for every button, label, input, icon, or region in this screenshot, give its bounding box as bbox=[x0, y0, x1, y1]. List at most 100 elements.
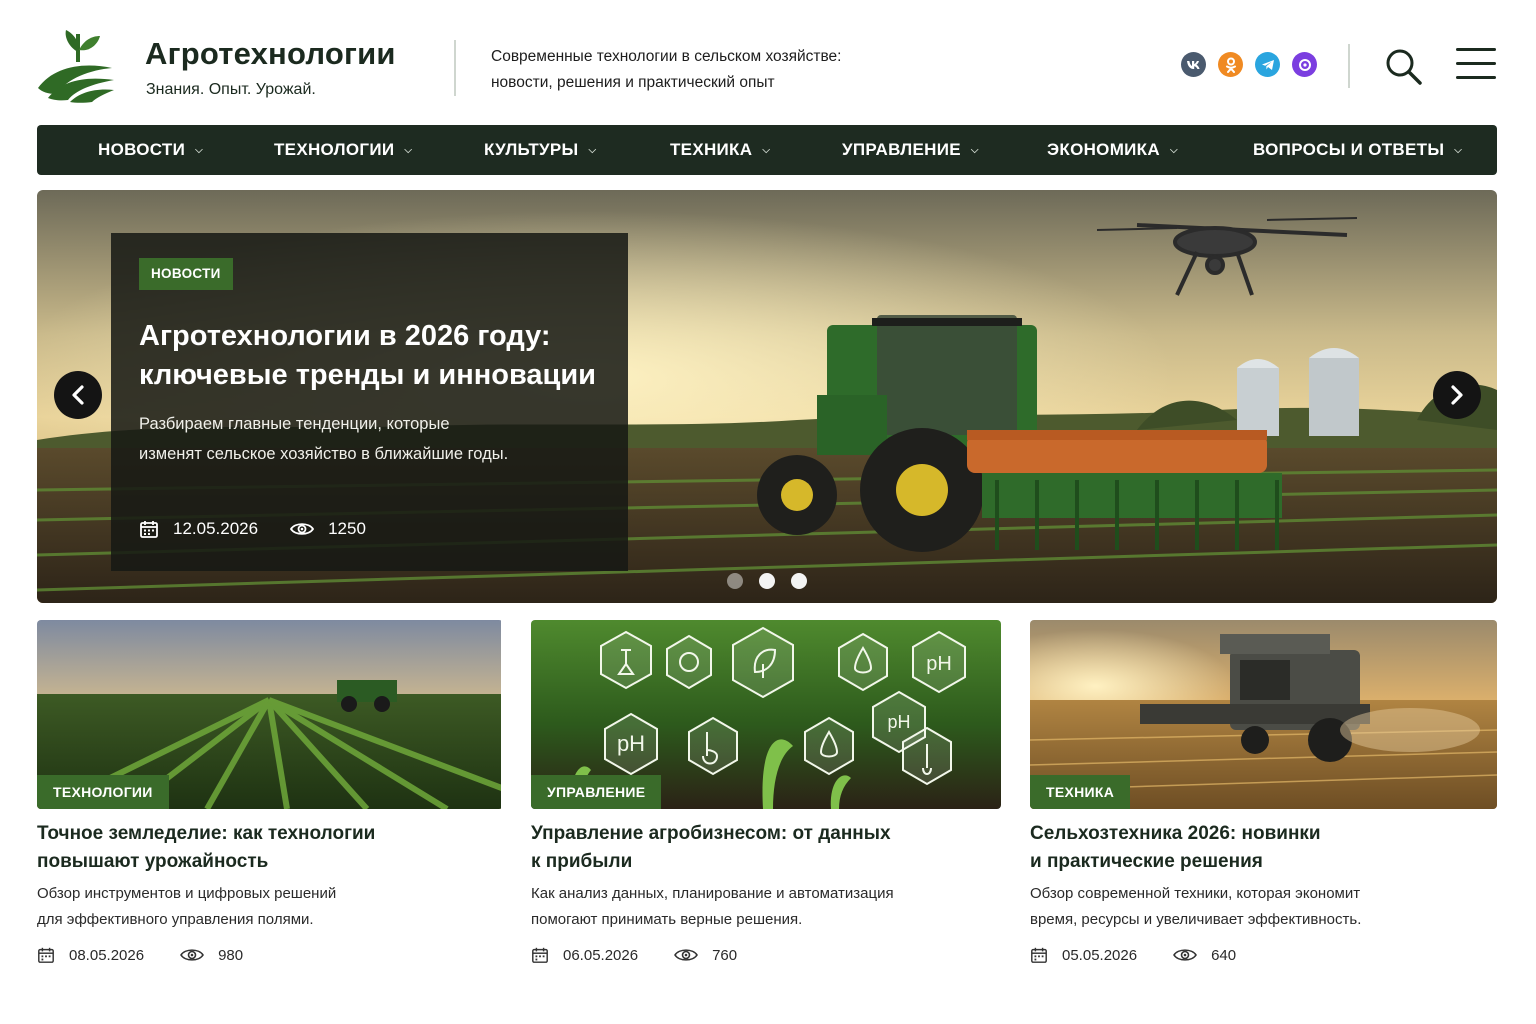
hero-date-text: 12.05.2026 bbox=[173, 519, 259, 538]
nav-item-machinery[interactable]: ТЕХНИКА ⌵ bbox=[670, 125, 770, 175]
nav-item-label: КУЛЬТУРЫ bbox=[484, 140, 579, 159]
article-views: 980 bbox=[180, 947, 243, 964]
article-views: 760 bbox=[674, 947, 737, 964]
site-tagline: Знания. Опыт. Урожай. bbox=[146, 81, 316, 98]
article-card[interactable]: pH pH pH УПРАВЛЕНИЕ Управление агробизне… bbox=[531, 620, 1001, 964]
article-date-text: 06.05.2026 bbox=[563, 946, 639, 964]
article-date-text: 08.05.2026 bbox=[69, 946, 145, 964]
hero-summary-line: изменят сельское хозяйство в ближайшие г… bbox=[139, 445, 509, 463]
chevron-down-icon: ⌵ bbox=[404, 144, 413, 156]
hero-title-line: Агротехнологии в 2026 году: bbox=[139, 320, 551, 352]
chevron-down-icon: ⌵ bbox=[1454, 144, 1463, 156]
hero-slider[interactable]: НОВОСТИ Агротехнологии в 2026 году: ключ… bbox=[37, 190, 1497, 603]
hero-category-badge[interactable]: НОВОСТИ bbox=[139, 258, 233, 290]
site-description: Современные технологии в сельском хозяйс… bbox=[491, 44, 911, 96]
slider-dot-active[interactable] bbox=[759, 573, 775, 589]
article-category-badge[interactable]: ТЕХНОЛОГИИ bbox=[37, 775, 169, 809]
article-category-badge[interactable]: ТЕХНИКА bbox=[1030, 775, 1131, 809]
main-navigation: НОВОСТИ ⌵ ТЕХНОЛОГИИ ⌵ КУЛЬТУРЫ ⌵ ТЕХНИКА ⌵ … bbox=[37, 125, 1497, 175]
article-views: 640 bbox=[1173, 947, 1236, 964]
article-views-text: 760 bbox=[712, 946, 738, 964]
eye-icon bbox=[290, 523, 315, 535]
chevron-down-icon: ⌵ bbox=[1169, 144, 1178, 156]
article-title[interactable]: Сельхозтехника 2026: новинки и практичес… bbox=[1030, 820, 1450, 876]
article-title-line: и практические решения bbox=[1030, 851, 1263, 872]
nav-item-faq[interactable]: ВОПРОСЫ И ОТВЕТЫ ⌵ bbox=[1253, 125, 1462, 175]
article-date: 08.05.2026 bbox=[37, 946, 144, 964]
header-divider bbox=[454, 40, 456, 96]
nav-item-label: ТЕХНИКА bbox=[670, 140, 753, 159]
article-image[interactable]: pH pH pH УПРАВЛЕНИЕ bbox=[531, 620, 1001, 809]
eye-icon bbox=[674, 949, 699, 961]
article-views-text: 980 bbox=[218, 946, 244, 964]
nav-item-crops[interactable]: КУЛЬТУРЫ ⌵ bbox=[484, 125, 596, 175]
calendar-icon bbox=[38, 947, 54, 963]
hero-date: 12.05.2026 bbox=[139, 519, 258, 539]
site-description-line: новости, решения и практический опыт bbox=[491, 74, 775, 91]
site-description-line: Современные технологии в сельском хозяйс… bbox=[491, 48, 842, 65]
hero-meta: 12.05.2026 1250 bbox=[139, 519, 398, 539]
article-summary: Обзор инструментов и цифровых решений дл… bbox=[37, 881, 457, 933]
hero-title-line: ключевые тренды и инновации bbox=[139, 359, 597, 391]
telegram-icon[interactable] bbox=[1255, 52, 1280, 77]
nav-item-management[interactable]: УПРАВЛЕНИЕ ⌵ bbox=[842, 125, 979, 175]
article-image[interactable]: ТЕХНИКА bbox=[1030, 620, 1497, 809]
article-card[interactable]: ТЕХНИКА Сельхозтехника 2026: новинки и п… bbox=[1030, 620, 1497, 964]
article-title[interactable]: Точное земледелие: как технологии повыша… bbox=[37, 820, 457, 876]
article-title-line: Сельхозтехника 2026: новинки bbox=[1030, 823, 1321, 844]
article-category-badge[interactable]: УПРАВЛЕНИЕ bbox=[531, 775, 662, 809]
article-summary: Обзор современной техники, которая эконо… bbox=[1030, 881, 1470, 933]
site-header: Агротехнологии Знания. Опыт. Урожай. Сов… bbox=[0, 0, 1536, 120]
article-meta: 05.05.2026 640 bbox=[1030, 946, 1272, 964]
chevron-down-icon: ⌵ bbox=[588, 144, 597, 156]
slider-pagination bbox=[727, 573, 807, 589]
article-summary-line: Обзор инструментов и цифровых решений bbox=[37, 885, 337, 902]
header-divider bbox=[1348, 44, 1350, 88]
hamburger-menu-icon[interactable] bbox=[1456, 48, 1496, 82]
slider-next-button[interactable] bbox=[1433, 371, 1481, 419]
article-title-line: к прибыли bbox=[531, 851, 633, 872]
max-icon[interactable] bbox=[1292, 52, 1317, 77]
hero-summary-line: Разбираем главные тенденции, которые bbox=[139, 415, 450, 433]
slider-dot[interactable] bbox=[791, 573, 807, 589]
site-title[interactable]: Агротехнологии bbox=[145, 36, 396, 72]
nav-item-technologies[interactable]: ТЕХНОЛОГИИ ⌵ bbox=[274, 125, 412, 175]
ph-text: pH bbox=[926, 653, 952, 675]
article-image[interactable]: ТЕХНОЛОГИИ bbox=[37, 620, 503, 809]
ok-icon[interactable] bbox=[1218, 52, 1243, 77]
vk-icon[interactable] bbox=[1181, 52, 1206, 77]
chevron-left-icon bbox=[72, 385, 84, 405]
hero-featured-article[interactable]: НОВОСТИ Агротехнологии в 2026 году: ключ… bbox=[111, 233, 628, 571]
chevron-down-icon: ⌵ bbox=[195, 144, 204, 156]
article-title-line: Точное земледелие: как технологии bbox=[37, 823, 376, 844]
article-meta: 06.05.2026 760 bbox=[531, 946, 773, 964]
nav-item-economics[interactable]: ЭКОНОМИКА ⌵ bbox=[1047, 125, 1178, 175]
nav-item-label: ТЕХНОЛОГИИ bbox=[274, 140, 395, 159]
search-icon[interactable] bbox=[1383, 46, 1423, 86]
article-title[interactable]: Управление агробизнесом: от данных к при… bbox=[531, 820, 951, 876]
nav-item-label: ВОПРОСЫ И ОТВЕТЫ bbox=[1253, 140, 1445, 159]
chevron-down-icon: ⌵ bbox=[762, 144, 771, 156]
slider-dot[interactable] bbox=[727, 573, 743, 589]
article-summary-line: помогают принимать верные решения. bbox=[531, 911, 803, 928]
ph-text: pH bbox=[617, 731, 645, 756]
hero-title[interactable]: Агротехнологии в 2026 году: ключевые тре… bbox=[139, 317, 609, 395]
calendar-icon bbox=[1031, 947, 1047, 963]
article-title-line: повышают урожайность bbox=[37, 851, 269, 872]
slider-prev-button[interactable] bbox=[54, 371, 102, 419]
article-card[interactable]: ТЕХНОЛОГИИ Точное земледелие: как технол… bbox=[37, 620, 503, 964]
article-date: 05.05.2026 bbox=[1030, 946, 1137, 964]
hero-views: 1250 bbox=[290, 519, 366, 539]
hero-views-text: 1250 bbox=[328, 519, 366, 538]
article-date: 06.05.2026 bbox=[531, 946, 638, 964]
nav-item-news[interactable]: НОВОСТИ ⌵ bbox=[98, 125, 203, 175]
article-title-line: Управление агробизнесом: от данных bbox=[531, 823, 891, 844]
social-links bbox=[1181, 52, 1317, 77]
eye-icon bbox=[180, 949, 205, 961]
chevron-right-icon bbox=[1451, 385, 1463, 405]
nav-item-label: ЭКОНОМИКА bbox=[1047, 140, 1160, 159]
article-summary-line: Обзор современной техники, которая эконо… bbox=[1030, 885, 1361, 902]
article-meta: 08.05.2026 980 bbox=[37, 946, 279, 964]
article-date-text: 05.05.2026 bbox=[1062, 946, 1138, 964]
logo-sprout-icon[interactable] bbox=[34, 28, 118, 104]
